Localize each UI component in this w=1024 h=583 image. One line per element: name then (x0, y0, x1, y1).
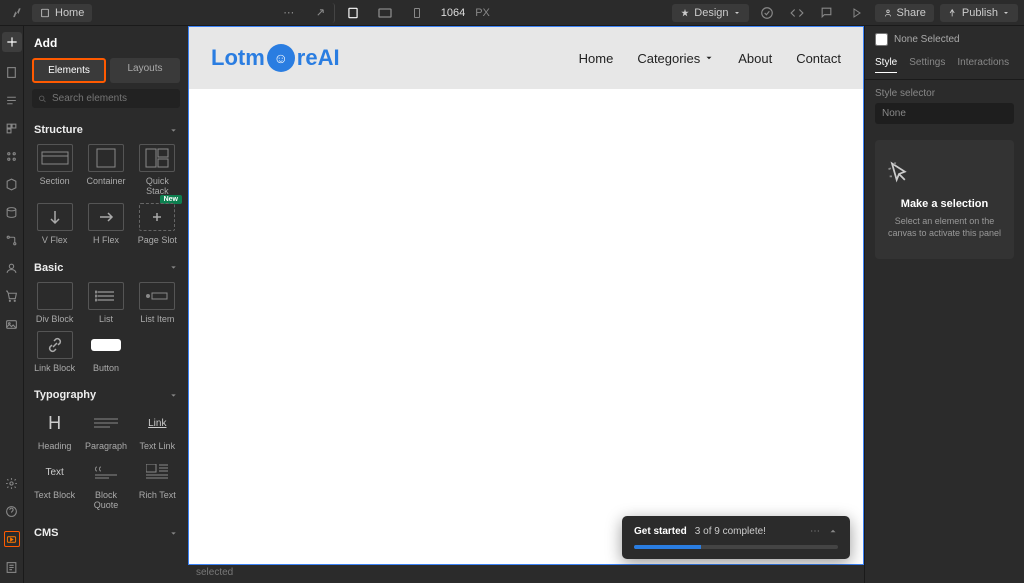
search-icon (38, 94, 47, 104)
video-icon[interactable] (4, 531, 20, 547)
publish-button[interactable]: Publish (940, 4, 1018, 22)
chevron-down-icon (704, 53, 714, 63)
right-panel: None Selected Style Settings Interaction… (864, 26, 1024, 583)
cms-icon[interactable] (4, 204, 20, 220)
element-list[interactable]: List (83, 282, 128, 325)
toast-more-icon[interactable]: ⋯ (810, 526, 820, 537)
section-basic[interactable]: Basic (24, 254, 188, 282)
get-started-toast: Get started 3 of 9 complete! ⋯ (622, 516, 850, 559)
element-quickstack[interactable]: Quick Stack (135, 144, 180, 197)
webflow-logo[interactable] (6, 3, 26, 23)
logic-icon[interactable] (4, 232, 20, 248)
nav-contact[interactable]: Contact (796, 51, 841, 66)
more-icon[interactable]: ⋯ (275, 3, 303, 23)
expand-icon[interactable] (307, 3, 335, 23)
design-mode-button[interactable]: Design (672, 4, 748, 22)
styles-icon[interactable] (4, 176, 20, 192)
variables-icon[interactable] (4, 148, 20, 164)
style-selector-input[interactable] (875, 103, 1014, 124)
rp-tab-settings[interactable]: Settings (909, 57, 945, 73)
panel-title: Add (24, 26, 188, 58)
element-linkblock[interactable]: Link Block (32, 331, 77, 374)
assets-icon[interactable] (4, 316, 20, 332)
share-button[interactable]: Share (875, 4, 934, 22)
topbar: Home ⋯ 1064 PX Design Share (0, 0, 1024, 26)
element-listitem[interactable]: List Item (135, 282, 180, 325)
rp-tab-style[interactable]: Style (875, 57, 897, 73)
add-icon[interactable] (2, 32, 22, 52)
section-cms[interactable]: CMS (24, 519, 188, 547)
canvas-width[interactable]: 1064 (441, 7, 465, 19)
canvas-area: Lotm ☺ reAI Home Categories About Contac… (188, 26, 864, 583)
rp-tab-interactions[interactable]: Interactions (957, 57, 1009, 73)
element-paragraph[interactable]: Paragraph (83, 409, 128, 452)
tab-elements[interactable]: Elements (32, 58, 106, 83)
element-richtext[interactable]: Rich Text (135, 458, 180, 511)
section-structure[interactable]: Structure (24, 116, 188, 144)
element-heading[interactable]: HHeading (32, 409, 77, 452)
tab-layouts[interactable]: Layouts (110, 58, 180, 83)
canvas[interactable]: Lotm ☺ reAI Home Categories About Contac… (188, 26, 864, 565)
help-icon[interactable] (4, 503, 20, 519)
element-section[interactable]: Section (32, 144, 77, 197)
element-hflex[interactable]: H Flex (83, 203, 128, 246)
toast-collapse-icon[interactable] (828, 526, 838, 537)
element-vflex[interactable]: V Flex (32, 203, 77, 246)
canvas-unit: PX (475, 7, 490, 19)
preview-icon[interactable] (845, 3, 869, 23)
section-typography[interactable]: Typography (24, 381, 188, 409)
site-header[interactable]: Lotm ☺ reAI Home Categories About Contac… (189, 27, 863, 89)
desktop-breakpoint-icon[interactable] (339, 3, 367, 23)
element-pageslot[interactable]: NewPage Slot (135, 203, 180, 246)
element-textlink[interactable]: LinkText Link (135, 409, 180, 452)
check-icon[interactable] (755, 3, 779, 23)
status-bar: selected (188, 565, 864, 583)
toast-subtitle: 3 of 9 complete! (695, 526, 766, 537)
users-icon[interactable] (4, 260, 20, 276)
navigator-icon[interactable] (4, 92, 20, 108)
progress-bar (634, 545, 838, 549)
components-icon[interactable] (4, 120, 20, 136)
logo-face-icon: ☺ (267, 44, 295, 72)
nav-categories[interactable]: Categories (637, 51, 714, 66)
cursor-icon (885, 160, 1004, 188)
element-textblock[interactable]: TextText Block (32, 458, 77, 511)
empty-title: Make a selection (885, 198, 1004, 210)
add-panel: Add Elements Layouts Structure Section C… (24, 26, 188, 583)
none-selected-checkbox[interactable] (875, 33, 888, 46)
mobile-breakpoint-icon[interactable] (403, 3, 431, 23)
search-input[interactable] (52, 93, 174, 104)
site-logo[interactable]: Lotm ☺ reAI (211, 44, 340, 72)
code-icon[interactable] (785, 3, 809, 23)
audit-icon[interactable] (4, 559, 20, 575)
element-button[interactable]: Button (83, 331, 128, 374)
nav-home[interactable]: Home (579, 51, 614, 66)
empty-body: Select an element on the canvas to activ… (885, 216, 1004, 239)
toast-title: Get started (634, 526, 687, 537)
style-selector-label: Style selector (865, 80, 1024, 103)
element-blockquote[interactable]: Block Quote (83, 458, 128, 511)
comment-icon[interactable] (815, 3, 839, 23)
page-name: Home (55, 7, 84, 19)
left-rail (0, 26, 24, 583)
element-divblock[interactable]: Div Block (32, 282, 77, 325)
search-input-wrap[interactable] (32, 89, 180, 108)
tablet-breakpoint-icon[interactable] (371, 3, 399, 23)
pages-icon[interactable] (4, 64, 20, 80)
empty-state: Make a selection Select an element on th… (875, 140, 1014, 259)
settings-icon[interactable] (4, 475, 20, 491)
page-selector-button[interactable]: Home (32, 4, 92, 22)
none-selected-row: None Selected (865, 26, 1024, 53)
nav-links: Home Categories About Contact (579, 51, 841, 66)
ecommerce-icon[interactable] (4, 288, 20, 304)
element-container[interactable]: Container (83, 144, 128, 197)
nav-about[interactable]: About (738, 51, 772, 66)
